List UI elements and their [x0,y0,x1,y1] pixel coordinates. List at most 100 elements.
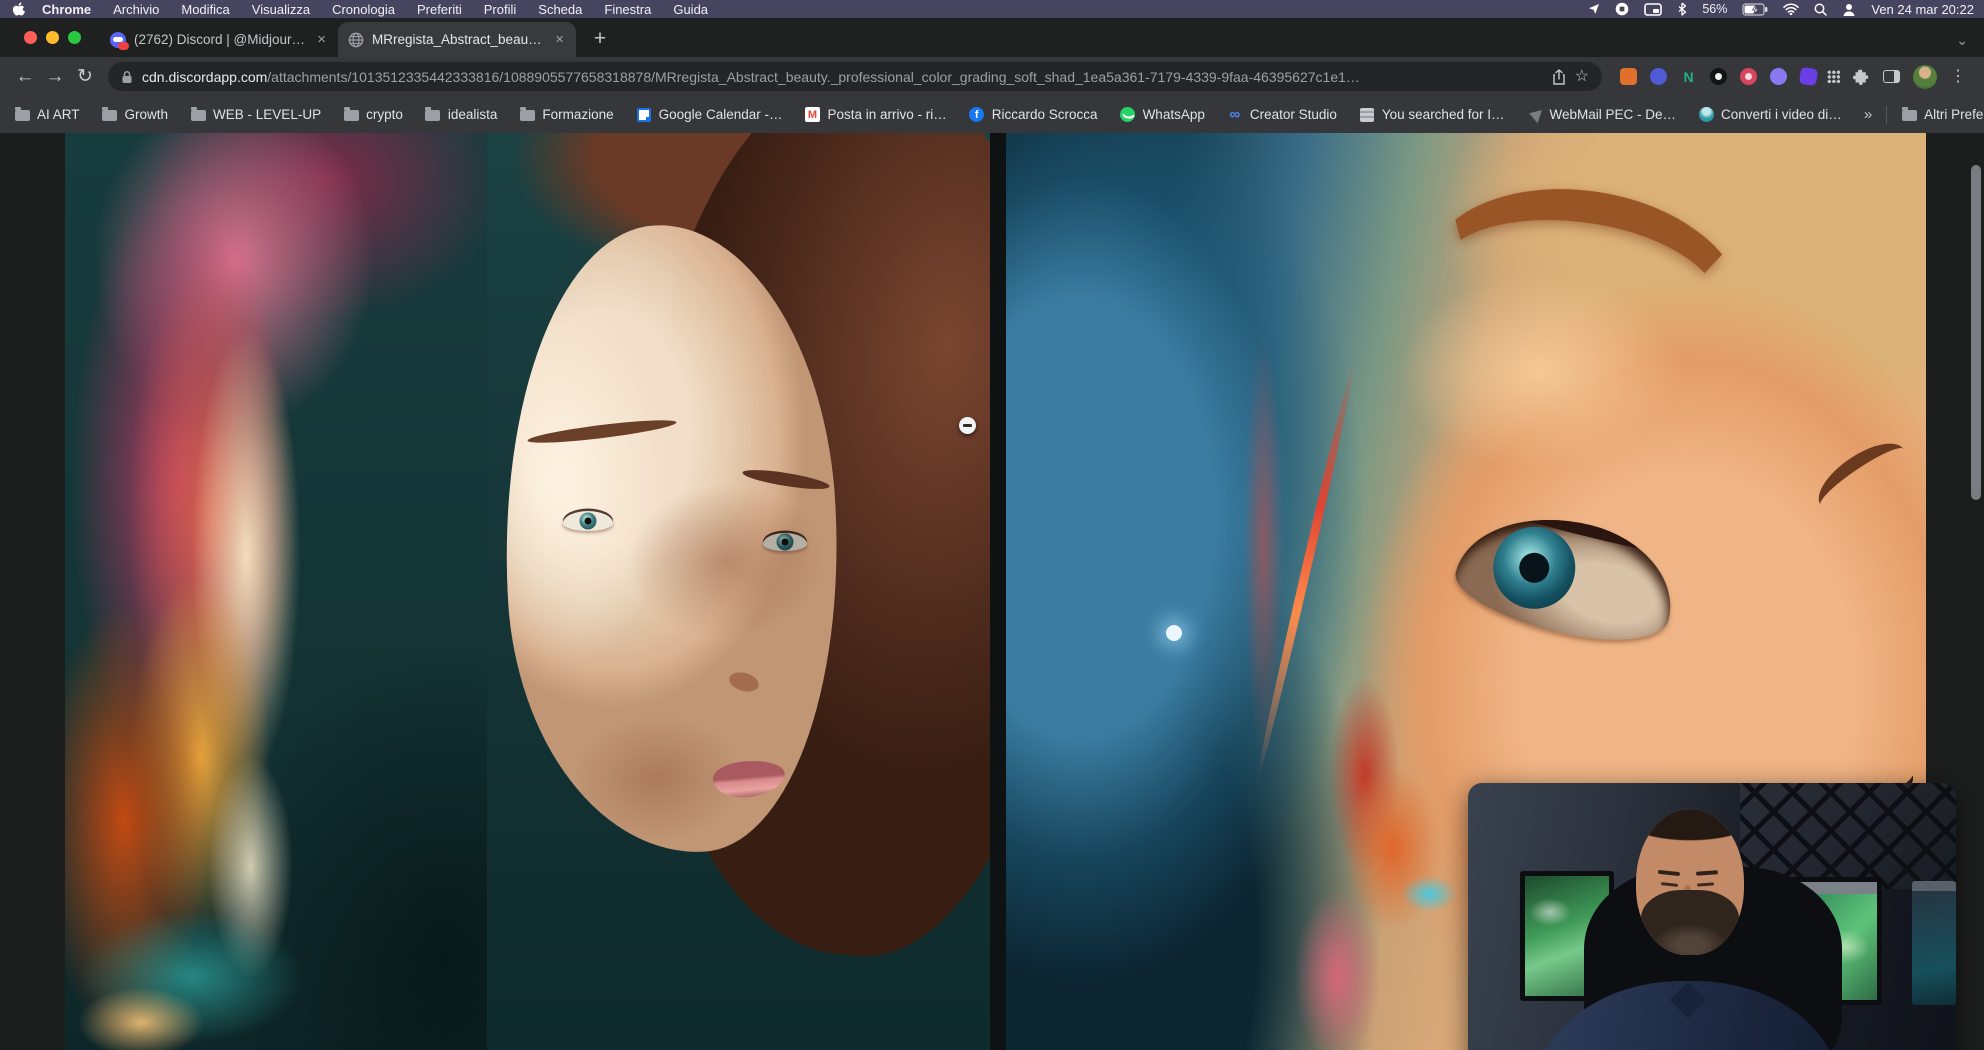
battery-icon[interactable] [1742,3,1768,16]
bookmarks-overflow-chevron[interactable]: » [1864,106,1872,123]
zoom-out-cursor [959,417,976,434]
tab-discord[interactable]: (2762) Discord | @Midjourney × [100,22,338,57]
chrome-menu-kebab-icon[interactable]: ⋮ [1950,69,1966,85]
bookmark-label: Google Calendar -… [659,107,783,122]
minimize-window-button[interactable] [46,31,59,44]
chrome-toolbar: ← → ↻ cdn.discordapp.com /attachments/10… [0,57,1984,96]
closeup-light-glint [1166,625,1182,641]
bookmark-webmail-pec[interactable]: WebMail PEC - De… [1526,107,1676,123]
bookmarks-right-cluster: » Altri Preferiti [1864,106,1984,124]
tabs-container: (2762) Discord | @Midjourney × MRregista… [100,18,614,57]
apps-grid-icon[interactable] [1827,70,1840,83]
bookmark-label: crypto [366,107,403,122]
location-icon[interactable] [1588,3,1600,15]
bookmark-gmail-inbox[interactable]: Posta in arrivo - ri… [804,107,946,123]
menu-item-guida[interactable]: Guida [662,2,719,17]
extension-red-icon[interactable] [1740,68,1757,85]
toolbar-controls: ⋮ [1827,65,1974,89]
tab-close-icon[interactable]: × [315,32,328,47]
share-icon[interactable] [1552,69,1566,85]
page-thumbnail-icon [1359,107,1375,123]
url-path: /attachments/1013512335442333816/1088905… [267,69,1360,85]
discord-favicon [110,32,126,48]
extension-green-n-icon[interactable]: N [1680,68,1697,85]
menu-item-chrome[interactable]: Chrome [31,2,102,17]
wifi-icon[interactable] [1783,3,1799,15]
other-favorites-folder[interactable]: Altri Preferiti [1901,107,1984,123]
back-button[interactable]: ← [10,62,40,92]
display-icon[interactable] [1644,3,1662,16]
bookmark-label: Posta in arrivo - ri… [827,107,946,122]
closeup-iris [1485,518,1584,617]
fullscreen-window-button[interactable] [68,31,81,44]
new-tab-button[interactable]: + [586,25,614,53]
portrait-iris [777,534,794,551]
bookmark-video-converter[interactable]: Converti i video di… [1698,107,1842,123]
bookmark-whatsapp[interactable]: WhatsApp [1120,107,1205,123]
extensions-puzzle-icon[interactable] [1853,68,1870,85]
tab-title: MRregista_Abstract_beauty._… [372,32,545,47]
bookmark-star-icon[interactable]: ☆ [1575,69,1589,85]
bookmark-label: WebMail PEC - De… [1549,107,1676,122]
menu-item-scheda[interactable]: Scheda [527,2,593,17]
chrome-tab-strip: (2762) Discord | @Midjourney × MRregista… [0,18,1984,57]
menu-item-modifica[interactable]: Modifica [170,2,240,17]
bookmark-creator-studio[interactable]: Creator Studio [1227,107,1337,123]
notification-badge [118,42,129,50]
bookmark-label: idealista [448,107,498,122]
gmail-icon [804,107,820,123]
reload-button[interactable]: ↻ [70,62,100,92]
menu-item-finestra[interactable]: Finestra [593,2,662,17]
extension-violet-icon[interactable] [1799,67,1818,86]
lock-icon[interactable] [121,70,133,84]
tab-close-icon[interactable]: × [553,32,566,47]
folder-icon [102,107,118,123]
user-switch-icon[interactable] [1842,3,1856,16]
extension-purple-icon[interactable] [1770,68,1787,85]
bookmark-folder-crypto[interactable]: crypto [343,107,403,123]
screen-record-icon[interactable] [1615,2,1629,16]
extension-indigo-icon[interactable] [1650,68,1667,85]
portrait-right-eye [763,533,807,551]
streamer-beard [1641,890,1738,955]
forward-button[interactable]: → [40,62,70,92]
closeup-red-streak [1254,357,1359,778]
streamer-eyebrow [1658,870,1680,876]
extension-orange-icon[interactable] [1620,68,1637,85]
bookmark-label: Formazione [542,107,613,122]
bookmark-label: WhatsApp [1143,107,1205,122]
apple-icon[interactable] [12,2,25,17]
bookmark-label: Riccardo Scrocca [992,107,1098,122]
search-icon[interactable] [1814,3,1827,16]
tab-search-chevron-icon[interactable]: ⌄ [1956,32,1968,49]
address-bar[interactable]: cdn.discordapp.com /attachments/10135123… [108,62,1602,91]
menu-item-archivio[interactable]: Archivio [102,2,170,17]
menu-bar-clock[interactable]: Ven 24 mar 20:22 [1871,2,1974,17]
bookmark-label: AI ART [37,107,80,122]
bookmark-folder-formazione[interactable]: Formazione [519,107,613,123]
menu-item-cronologia[interactable]: Cronologia [321,2,406,17]
side-panel-icon[interactable] [1883,70,1900,83]
menu-bar-status-area: 56% Ven 24 mar 20:22 [1588,2,1984,17]
tab-image-attachment[interactable]: MRregista_Abstract_beauty._… × [338,22,576,57]
menu-item-profili[interactable]: Profili [473,2,528,17]
globe-favicon [348,32,364,48]
webmail-icon [1526,107,1542,123]
bookmark-folder-ai-art[interactable]: AI ART [14,107,80,123]
bookmark-google-calendar[interactable]: Google Calendar -… [636,107,783,123]
bookmark-folder-growth[interactable]: Growth [102,107,169,123]
bluetooth-icon[interactable] [1677,2,1687,16]
vertical-scrollbar-thumb[interactable] [1971,165,1981,500]
extension-black-icon[interactable] [1710,68,1727,85]
close-window-button[interactable] [24,31,37,44]
bookmark-facebook-profile[interactable]: Riccardo Scrocca [969,107,1098,123]
closeup-eyebrow [1410,167,1757,415]
menu-item-visualizza[interactable]: Visualizza [241,2,321,17]
bookmark-folder-idealista[interactable]: idealista [425,107,498,123]
bookmark-you-searched[interactable]: You searched for I… [1359,107,1505,123]
bookmark-folder-web-level-up[interactable]: WEB - LEVEL-UP [190,107,321,123]
menu-item-preferiti[interactable]: Preferiti [406,2,473,17]
profile-avatar[interactable] [1913,65,1937,89]
portrait-iris [580,513,597,530]
battery-percent: 56% [1702,2,1727,16]
